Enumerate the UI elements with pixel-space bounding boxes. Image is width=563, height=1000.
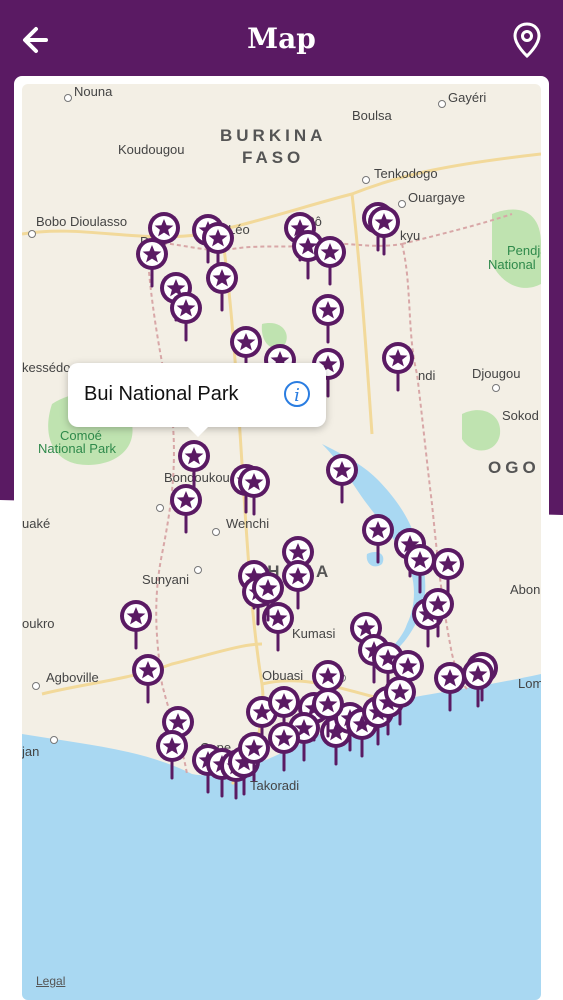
city-dot [156, 504, 164, 512]
place-label: Sunyani [142, 572, 189, 587]
map-marker[interactable] [310, 686, 346, 738]
place-label: Abon [510, 582, 541, 597]
city-dot [492, 384, 500, 392]
map-callout[interactable]: Bui National Park i [68, 363, 326, 437]
place-label: Koudougou [118, 142, 185, 157]
map-card: BURKINA FASO GHANA OGO Nouna Gayéri Boul… [14, 76, 549, 1000]
star-marker-icon [462, 658, 494, 708]
city-dot [28, 230, 36, 238]
star-marker-icon [252, 572, 284, 622]
map-marker[interactable] [236, 464, 272, 516]
map-marker[interactable] [420, 586, 456, 638]
map-marker[interactable] [118, 598, 154, 650]
star-marker-icon [314, 236, 346, 286]
star-marker-icon [156, 730, 188, 780]
callout-title: Bui National Park [84, 383, 239, 405]
place-label: Bobo Dioulasso [36, 214, 128, 229]
legal-link[interactable]: Legal [36, 974, 65, 988]
map-marker[interactable] [204, 260, 240, 312]
app-header: Map [0, 0, 563, 78]
city-dot [362, 176, 370, 184]
place-label: jan [22, 744, 40, 759]
star-marker-icon [312, 688, 344, 738]
star-marker-icon [382, 342, 414, 392]
place-label: kyu [400, 228, 421, 243]
country-label: BURKINA [220, 126, 327, 145]
star-marker-icon [312, 294, 344, 344]
map-marker[interactable] [130, 652, 166, 704]
map-marker[interactable] [168, 290, 204, 342]
place-label: ndi [418, 368, 436, 383]
place-label: Boulsa [352, 108, 392, 123]
place-label: Lom [518, 676, 541, 691]
place-label: Obuasi [262, 668, 304, 683]
map-marker[interactable] [168, 482, 204, 534]
city-dot [64, 94, 72, 102]
place-label: Ouargaye [408, 190, 466, 205]
info-icon[interactable]: i [284, 381, 310, 407]
country-label: FASO [242, 148, 305, 167]
star-marker-icon [268, 722, 300, 772]
place-label: uaké [22, 516, 51, 531]
place-label: Tenkodogo [374, 166, 438, 181]
map-marker[interactable] [324, 452, 360, 504]
map-marker[interactable] [266, 720, 302, 772]
map-marker[interactable] [360, 512, 396, 564]
star-marker-icon [422, 588, 454, 638]
star-marker-icon [132, 654, 164, 704]
place-label: kessédo [22, 360, 71, 375]
city-dot [32, 682, 40, 690]
star-marker-icon [120, 600, 152, 650]
place-label: Pendja [507, 243, 541, 258]
location-button[interactable] [507, 18, 547, 62]
place-label: oukro [22, 616, 55, 631]
place-label: National [488, 257, 536, 272]
location-pin-icon [513, 22, 541, 59]
callout-tail [186, 425, 210, 437]
star-marker-icon [326, 454, 358, 504]
place-label: Agboville [46, 670, 99, 685]
map-marker[interactable] [382, 674, 418, 726]
star-marker-icon [206, 262, 238, 312]
map-view[interactable]: BURKINA FASO GHANA OGO Nouna Gayéri Boul… [22, 84, 541, 1000]
place-label: Kumasi [292, 626, 336, 641]
place-label: Sokod [502, 408, 539, 423]
star-marker-icon [362, 514, 394, 564]
star-marker-icon [368, 206, 400, 256]
map-marker[interactable] [460, 656, 496, 708]
map-marker[interactable] [250, 570, 286, 622]
place-label: Wenchi [226, 516, 270, 531]
city-dot [194, 566, 202, 574]
map-marker[interactable] [310, 292, 346, 344]
map-marker[interactable] [154, 728, 190, 780]
map-marker[interactable] [366, 204, 402, 256]
star-marker-icon [384, 676, 416, 726]
city-dot [50, 736, 58, 744]
city-dot [212, 528, 220, 536]
place-label: Nouna [74, 84, 113, 99]
place-label: Gayéri [448, 90, 487, 105]
place-label: National Park [38, 441, 117, 456]
city-dot [438, 100, 446, 108]
star-marker-icon [170, 484, 202, 534]
map-marker[interactable] [312, 234, 348, 286]
star-marker-icon [170, 292, 202, 342]
country-label: OGO [488, 458, 540, 477]
page-title: Map [247, 22, 316, 55]
map-marker[interactable] [380, 340, 416, 392]
star-marker-icon [238, 466, 270, 516]
place-label: Djougou [472, 366, 521, 381]
